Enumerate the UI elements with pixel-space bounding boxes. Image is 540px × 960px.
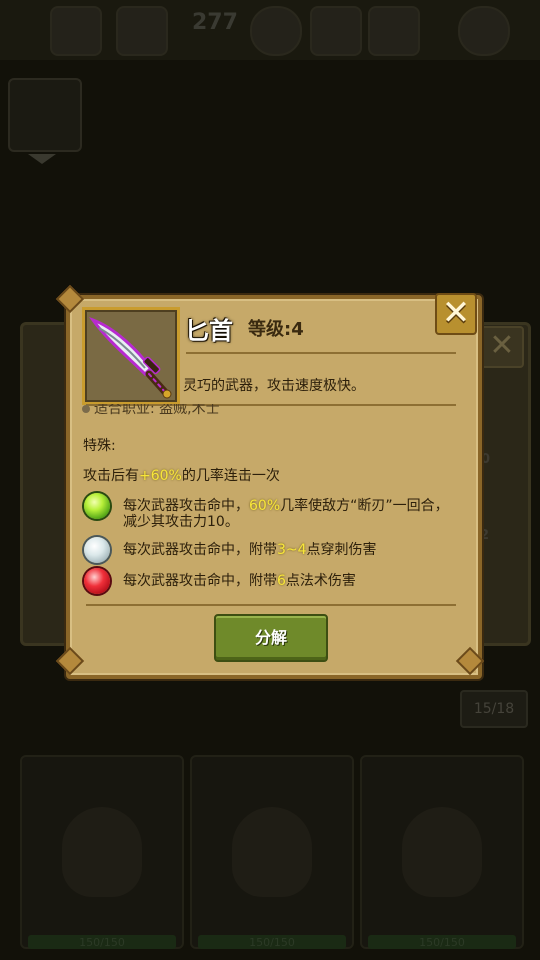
- gem-effect-prefix: 每次武器攻击命中，附带: [123, 573, 277, 589]
- equipped-weapon-slot[interactable]: [8, 78, 82, 152]
- hp-text: 150/150: [79, 936, 125, 949]
- gem-effect: 每次武器攻击命中，60%几率使敌方“断刃”一回合，减少其攻击力10。: [123, 498, 459, 530]
- map-icon[interactable]: [368, 6, 420, 56]
- chevron-down-icon: [28, 154, 56, 164]
- item-level: 等级:4: [248, 319, 304, 340]
- hero-portrait: [62, 807, 142, 897]
- hero-card[interactable]: 150/150: [190, 755, 354, 949]
- hp-text: 150/150: [249, 936, 295, 949]
- divider: [186, 352, 456, 354]
- item-description: 灵巧的武器，攻击速度极快。: [183, 378, 365, 394]
- hero-portrait: [232, 807, 312, 897]
- gem-effect-value: 60%: [249, 498, 281, 514]
- green-gem-icon: [84, 493, 110, 519]
- character-icon[interactable]: [310, 6, 362, 56]
- gem-effect: 每次武器攻击命中，附带3~4点穿刺伤害: [123, 542, 377, 558]
- bonus-prefix: 攻击后有: [83, 468, 139, 484]
- gem-effect: 每次武器攻击命中，附带6点法术伤害: [123, 573, 356, 589]
- divider: [86, 604, 456, 606]
- gold-count: 277: [192, 10, 238, 35]
- search-icon[interactable]: [458, 6, 510, 56]
- hero-card[interactable]: 150/150: [360, 755, 524, 949]
- gem-effect-value: 3~4: [277, 542, 307, 558]
- gem-effect-prefix: 每次武器攻击命中，附带: [123, 542, 277, 558]
- weapon-icon[interactable]: [50, 6, 102, 56]
- inventory-close-icon[interactable]: ✕: [480, 326, 524, 368]
- gem-effect-value: 6: [277, 573, 286, 589]
- top-bar: 277: [0, 0, 540, 60]
- bonus-line: 攻击后有+60%的几率连击一次: [83, 465, 280, 485]
- decompose-button[interactable]: 分解: [214, 614, 328, 662]
- compass-icon[interactable]: [250, 6, 302, 56]
- hero-card[interactable]: 150/150: [20, 755, 184, 949]
- class-requirement: 适合职业: 盗贼,术士: [82, 404, 220, 424]
- gem-effect-prefix: 每次武器攻击命中，: [123, 498, 249, 514]
- white-gem-icon: [84, 537, 110, 563]
- bullet-icon: [82, 405, 90, 413]
- item-icon-frame: [82, 307, 180, 405]
- special-label: 特殊:: [83, 438, 116, 454]
- gem-effect-suffix: 点穿刺伤害: [306, 542, 377, 558]
- money-icon[interactable]: [116, 6, 168, 56]
- bonus-suffix: 的几率连击一次: [181, 468, 280, 484]
- decompose-button-label: 分解: [254, 628, 287, 647]
- dagger-icon: [89, 316, 172, 399]
- gem-effect-suffix: 点法术伤害: [285, 573, 356, 589]
- hero-portrait: [402, 807, 482, 897]
- bonus-value: +60%: [139, 468, 182, 484]
- class-requirement-text: 适合职业: 盗贼,术士: [94, 404, 220, 417]
- item-name: 匕首: [185, 317, 233, 345]
- red-gem-icon: [84, 568, 110, 594]
- hp-text: 150/150: [419, 936, 465, 949]
- bag-capacity: 15/18: [460, 690, 528, 728]
- close-icon: ✕: [441, 293, 471, 333]
- close-button[interactable]: ✕: [435, 293, 477, 335]
